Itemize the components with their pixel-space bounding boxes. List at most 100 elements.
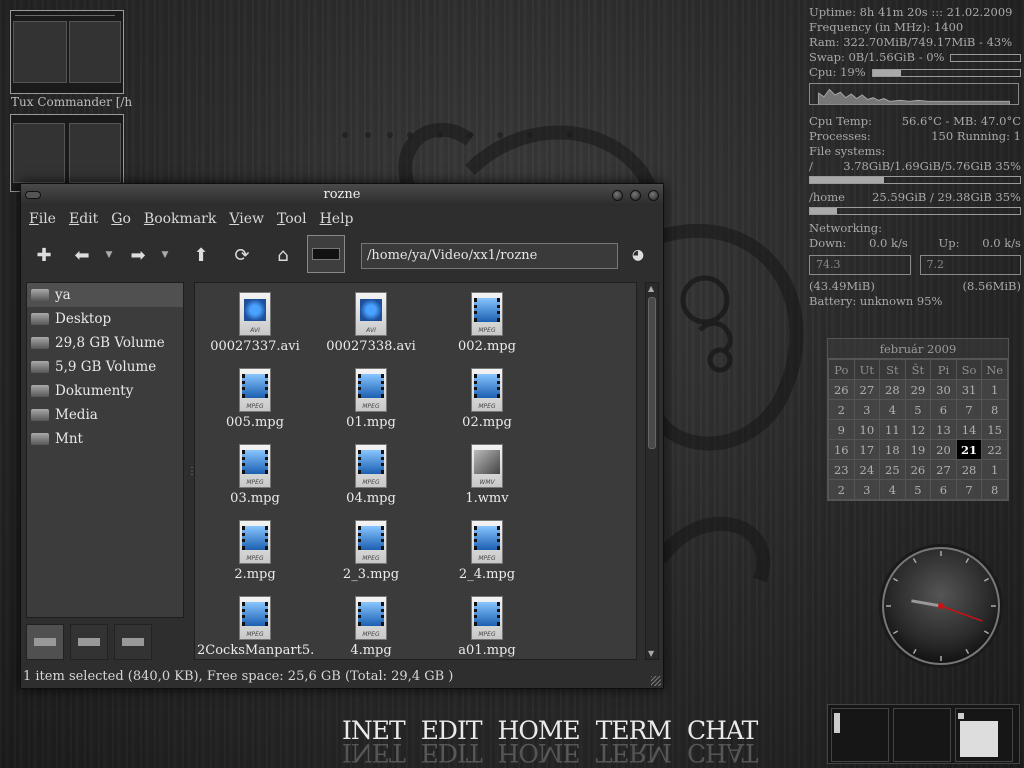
calendar-day: 12: [904, 419, 932, 440]
menu-label: ookmark: [154, 211, 217, 227]
window-menu-button[interactable]: [25, 191, 41, 199]
resize-grip-icon[interactable]: [651, 676, 661, 686]
file-name: a01.mpg: [458, 643, 516, 658]
window-titlebar[interactable]: rozne: [21, 184, 663, 206]
file-item[interactable]: avi 00027338.avi: [313, 289, 429, 365]
menu-bookmark[interactable]: Bookmark: [144, 211, 216, 227]
menu-edit[interactable]: Edit: [69, 211, 98, 227]
file-type-tag: avi: [250, 327, 260, 334]
network-mode-button[interactable]: [114, 624, 152, 660]
places-mode-button[interactable]: [26, 624, 64, 660]
calendar-day: 30: [930, 379, 957, 400]
calendar-day: 27: [853, 379, 881, 400]
file-name: 2CocksManpart5.: [197, 643, 313, 658]
file-type-tag: mpeg: [362, 631, 380, 638]
menu-label: dit: [79, 211, 99, 227]
up-graph: 7.2: [919, 255, 1021, 275]
place-29-8-gb-volume[interactable]: 29,8 GB Volume: [27, 331, 183, 355]
menu-go[interactable]: Go: [111, 211, 131, 227]
workspace-pager-1[interactable]: [10, 10, 124, 94]
tree-mode-button[interactable]: [70, 624, 108, 660]
back-history-icon[interactable]: ▼: [104, 240, 114, 270]
mpeg-file-icon: mpeg: [239, 596, 271, 640]
file-item[interactable]: mpeg 4.mpg: [313, 593, 429, 659]
workspace-switcher[interactable]: [827, 704, 1020, 764]
folder-icon: [31, 409, 49, 421]
place-mnt[interactable]: Mnt: [27, 427, 183, 451]
file-item[interactable]: avi 00027337.avi: [197, 289, 313, 365]
mpeg-file-icon: mpeg: [355, 444, 387, 488]
scrollbar-thumb[interactable]: [648, 297, 656, 449]
filesystems-label: File systems:: [809, 144, 886, 158]
launcher-edit[interactable]: EDIT EDIT: [421, 716, 483, 767]
reload-icon[interactable]: ⟳: [227, 240, 257, 270]
file-name: 01.mpg: [346, 415, 396, 430]
calendar-day: 7: [955, 399, 983, 420]
go-button[interactable]: ◕: [623, 240, 653, 270]
place-5-9-gb-volume[interactable]: 5,9 GB Volume: [27, 355, 183, 379]
place-ya[interactable]: ya: [27, 283, 183, 307]
file-item[interactable]: mpeg 2_4.mpg: [429, 517, 545, 593]
cpu: Cpu: 19%: [809, 65, 866, 79]
minimize-button[interactable]: [612, 190, 623, 201]
place-media[interactable]: Media: [27, 403, 183, 427]
calendar-day: 14: [955, 419, 983, 440]
system-monitor: Uptime: 8h 41m 20s ::: 21.02.2009 Freque…: [809, 5, 1021, 309]
down-total: (43.49MiB): [809, 279, 875, 293]
file-item[interactable]: mpeg 002.mpg: [429, 289, 545, 365]
menu-help[interactable]: Help: [320, 211, 354, 227]
mpeg-file-icon: mpeg: [239, 520, 271, 564]
launcher-chat[interactable]: CHAT CHAT: [687, 716, 758, 767]
sidebar-mode-buttons: [26, 624, 184, 660]
forward-button[interactable]: ➡: [123, 240, 153, 270]
file-item[interactable]: mpeg 005.mpg: [197, 365, 313, 441]
launcher-home[interactable]: HOME HOME: [498, 716, 581, 767]
folder-icon: [31, 385, 49, 397]
file-name: 03.mpg: [230, 491, 280, 506]
calendar: február 2009 Po Ut St Št Pi So Ne 26 27 28 29 30 31 1…: [827, 338, 1009, 501]
workspace-pager-2[interactable]: [10, 114, 124, 192]
maximize-button[interactable]: [630, 190, 641, 201]
file-item[interactable]: wmv 1.wmv: [429, 441, 545, 517]
back-button[interactable]: ⬅: [67, 240, 97, 270]
calendar-day-header: Po: [828, 359, 855, 380]
file-item[interactable]: mpeg 2.mpg: [197, 517, 313, 593]
place-dokumenty[interactable]: Dokumenty: [27, 379, 183, 403]
toggle-location-button[interactable]: [307, 235, 345, 273]
up-button[interactable]: ⬆: [186, 240, 216, 270]
wmv-file-icon: wmv: [471, 444, 503, 488]
calendar-day: 19: [904, 439, 932, 460]
file-item[interactable]: mpeg 04.mpg: [313, 441, 429, 517]
launcher-term[interactable]: TERM TERM: [596, 716, 672, 767]
file-item[interactable]: mpeg 2_3.mpg: [313, 517, 429, 593]
menu-file[interactable]: File: [29, 211, 56, 227]
place-label: 5,9 GB Volume: [55, 359, 157, 375]
fs-home-value: 25.59GiB / 29.38GiB 35%: [872, 190, 1021, 204]
workspace-1[interactable]: [831, 708, 889, 762]
workspace-2[interactable]: [893, 708, 951, 762]
file-item[interactable]: mpeg a01.mpg: [429, 593, 545, 659]
workspace-3[interactable]: [955, 708, 1013, 762]
calendar-day: 20: [930, 439, 957, 460]
menu-view[interactable]: View: [229, 211, 264, 227]
file-item[interactable]: mpeg 02.mpg: [429, 365, 545, 441]
scroll-down-icon[interactable]: ▼: [648, 649, 654, 658]
file-item[interactable]: mpeg 03.mpg: [197, 441, 313, 517]
file-view-scrollbar[interactable]: ▲ ▼: [645, 282, 659, 660]
home-icon[interactable]: ⌂: [268, 240, 298, 270]
desktop-icon: [31, 313, 49, 325]
forward-history-icon[interactable]: ▼: [160, 240, 170, 270]
launcher-inet[interactable]: INET INET: [342, 716, 406, 767]
scroll-up-icon[interactable]: ▲: [648, 284, 654, 293]
location-bar[interactable]: /home/ya/Video/xx1/rozne: [361, 243, 618, 269]
calendar-day: 4: [879, 399, 906, 420]
cpu-temp-label: Cpu Temp:: [809, 114, 872, 128]
file-item[interactable]: mpeg 01.mpg: [313, 365, 429, 441]
close-button[interactable]: [648, 190, 659, 201]
menu-tool[interactable]: Tool: [277, 211, 307, 227]
file-item[interactable]: mpeg 2CocksManpart5.: [197, 593, 313, 659]
place-desktop[interactable]: Desktop: [27, 307, 183, 331]
file-name: 04.mpg: [346, 491, 396, 506]
calendar-day: 25: [879, 459, 906, 480]
new-tab-icon[interactable]: ✚: [29, 240, 59, 270]
